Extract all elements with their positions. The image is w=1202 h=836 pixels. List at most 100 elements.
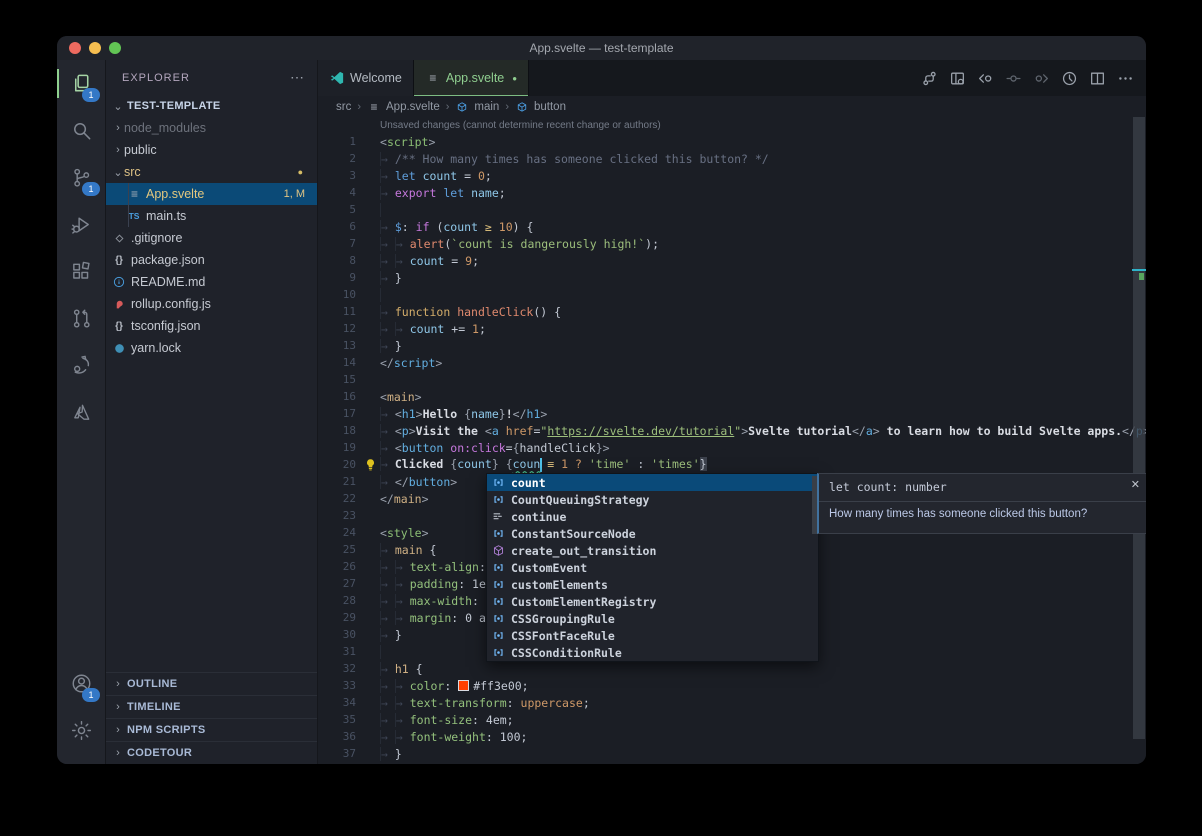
file-package-json[interactable]: {}package.json <box>106 249 317 271</box>
suggestion-cssfontfacerule[interactable]: CSSFontFaceRule <box>487 627 818 644</box>
code-line-7[interactable]: 7→ → alert(`count is dangerously high!`)… <box>318 235 1132 252</box>
sidebar-section-codetour[interactable]: › CODETOUR <box>106 741 317 764</box>
breadcrumb-item-button[interactable]: button <box>534 101 566 113</box>
folder-node-modules[interactable]: ›node_modules <box>106 117 317 139</box>
modified-dot[interactable]: ● <box>512 74 517 83</box>
code-line-33[interactable]: 33→ → color: #ff3e00; <box>318 677 1132 694</box>
compare-changes-icon[interactable] <box>921 70 938 87</box>
sidebar-section-timeline[interactable]: › TIMELINE <box>106 695 317 718</box>
zoom-window-button[interactable] <box>109 42 121 54</box>
line-number: 17 <box>318 407 356 420</box>
code-line-14[interactable]: 14</script> <box>318 354 1132 371</box>
info-file-icon <box>112 275 126 289</box>
tab-app-svelte[interactable]: ≡App.svelte● <box>414 60 529 96</box>
code-line-2[interactable]: 2→ /** How many times has someone clicke… <box>318 150 1132 167</box>
codelens-unsaved-changes[interactable]: Unsaved changes (cannot determine recent… <box>380 120 661 131</box>
source-control-icon[interactable]: 1 <box>57 154 105 201</box>
minimize-window-button[interactable] <box>89 42 101 54</box>
sidebar-section-npm-scripts[interactable]: › NPM SCRIPTS <box>106 718 317 741</box>
suggestion-count[interactable]: count <box>487 474 818 491</box>
code-line-17[interactable]: 17→ <h1>Hello {name}!</h1> <box>318 405 1132 422</box>
suggestion-constantsourcenode[interactable]: ConstantSourceNode <box>487 525 818 542</box>
file-rollup-config-js[interactable]: rollup.config.js <box>106 293 317 315</box>
extensions-icon[interactable] <box>57 248 105 295</box>
azure-icon[interactable] <box>57 389 105 436</box>
timeline-icon[interactable] <box>1061 70 1078 87</box>
lightbulb-icon[interactable] <box>364 457 377 472</box>
run-debug-icon[interactable] <box>57 201 105 248</box>
code-line-37[interactable]: 37→ } <box>318 745 1132 762</box>
suggestion-cssgroupingrule[interactable]: CSSGroupingRule <box>487 610 818 627</box>
project-root-row[interactable]: ⌄ TEST-TEMPLATE <box>106 95 317 117</box>
sidebar-section-outline[interactable]: › OUTLINE <box>106 672 317 695</box>
code-line-16[interactable]: 16<main> <box>318 388 1132 405</box>
code-line-36[interactable]: 36→ → font-weight: 100; <box>318 728 1132 745</box>
file-label: .gitignore <box>131 231 182 245</box>
code-line-4[interactable]: 4→ export let name; <box>318 184 1132 201</box>
open-preview-icon[interactable] <box>949 70 966 87</box>
line-number: 5 <box>318 203 356 216</box>
code-line-32[interactable]: 32→ h1 { <box>318 660 1132 677</box>
line-content: → → count = 9; <box>380 254 479 268</box>
code-line-9[interactable]: 9→ } <box>318 269 1132 286</box>
file--gitignore[interactable]: .gitignore <box>106 227 317 249</box>
file-yarn-lock[interactable]: yarn.lock <box>106 337 317 359</box>
editor-scrollbar[interactable] <box>1132 117 1146 764</box>
file-readme-md[interactable]: README.md <box>106 271 317 293</box>
code-line-5[interactable]: 5 <box>318 201 1132 218</box>
code-line-8[interactable]: 8→ → count = 9; <box>318 252 1132 269</box>
code-line-20[interactable]: 20→ Clicked {count} {coun ≡ 1 ? 'time' :… <box>318 456 1132 473</box>
previous-change-icon[interactable] <box>977 70 994 87</box>
explorer-more-actions-icon[interactable]: ⋯ <box>290 69 305 86</box>
breadcrumb-item-src[interactable]: src <box>336 101 351 113</box>
code-line-10[interactable]: 10 <box>318 286 1132 303</box>
code-line-34[interactable]: 34→ → text-transform: uppercase; <box>318 694 1132 711</box>
code-line-6[interactable]: 6→ $: if (count ≥ 10) { <box>318 218 1132 235</box>
code-line-19[interactable]: 19→ <button on:click={handleClick}> <box>318 439 1132 456</box>
chevron-right-icon: › <box>112 701 124 713</box>
overview-ruler-modified-mark <box>1139 273 1144 280</box>
folder-public[interactable]: ›public <box>106 139 317 161</box>
split-editor-icon[interactable] <box>1089 70 1106 87</box>
code-line-35[interactable]: 35→ → font-size: 4em; <box>318 711 1132 728</box>
code-line-18[interactable]: 18→ <p>Visit the <a href="https://svelte… <box>318 422 1132 439</box>
more-actions-icon[interactable] <box>1117 70 1134 87</box>
next-change-icon[interactable] <box>1033 70 1050 87</box>
suggestion-docs-panel: let count: number How many times has som… <box>817 473 1146 534</box>
search-icon[interactable] <box>57 107 105 154</box>
breadcrumb-item-app-svelte[interactable]: App.svelte <box>386 101 440 113</box>
scrollbar-slider[interactable] <box>1133 117 1145 739</box>
file-tsconfig-json[interactable]: {}tsconfig.json <box>106 315 317 337</box>
file-main-ts[interactable]: TSmain.ts <box>106 205 317 227</box>
suggestion-create_out_transition[interactable]: create_out_transition <box>487 542 818 559</box>
suggestion-customevent[interactable]: CustomEvent <box>487 559 818 576</box>
code-line-12[interactable]: 12→ → count += 1; <box>318 320 1132 337</box>
code-editor[interactable]: Unsaved changes (cannot determine recent… <box>318 117 1146 764</box>
account-icon[interactable]: 1 <box>57 660 105 707</box>
live-share-icon[interactable] <box>57 342 105 389</box>
tab-welcome[interactable]: Welcome <box>318 60 414 96</box>
code-line-15[interactable]: 15 <box>318 371 1132 388</box>
code-line-11[interactable]: 11→ function handleClick() { <box>318 303 1132 320</box>
settings-icon[interactable] <box>57 707 105 754</box>
code-line-13[interactable]: 13→ } <box>318 337 1132 354</box>
suggestion-cssconditionrule[interactable]: CSSConditionRule <box>487 644 818 661</box>
breadcrumb-item-main[interactable]: main <box>474 101 499 113</box>
folder-src[interactable]: ⌄src● <box>106 161 317 183</box>
code-line-3[interactable]: 3→ let count = 0; <box>318 167 1132 184</box>
explorer-icon[interactable]: 1 <box>57 60 105 107</box>
symbol-keyword-icon <box>491 509 506 524</box>
suggestion-continue[interactable]: continue <box>487 508 818 525</box>
github-pr-icon[interactable] <box>57 295 105 342</box>
close-window-button[interactable] <box>69 42 81 54</box>
close-icon[interactable]: ✕ <box>1131 478 1140 491</box>
code-line-1[interactable]: 1<script> <box>318 133 1132 150</box>
line-content: </main> <box>380 492 429 506</box>
suggestion-customelements[interactable]: customElements <box>487 576 818 593</box>
suggestion-countqueuingstrategy[interactable]: CountQueuingStrategy <box>487 491 818 508</box>
line-content: → <button on:click={handleClick}> <box>380 441 610 455</box>
breadcrumb: src›≡App.svelte›main›button <box>318 96 1146 117</box>
suggestion-customelementregistry[interactable]: CustomElementRegistry <box>487 593 818 610</box>
file-app-svelte[interactable]: ≡App.svelte1, M <box>106 183 317 205</box>
current-change-icon[interactable] <box>1005 70 1022 87</box>
